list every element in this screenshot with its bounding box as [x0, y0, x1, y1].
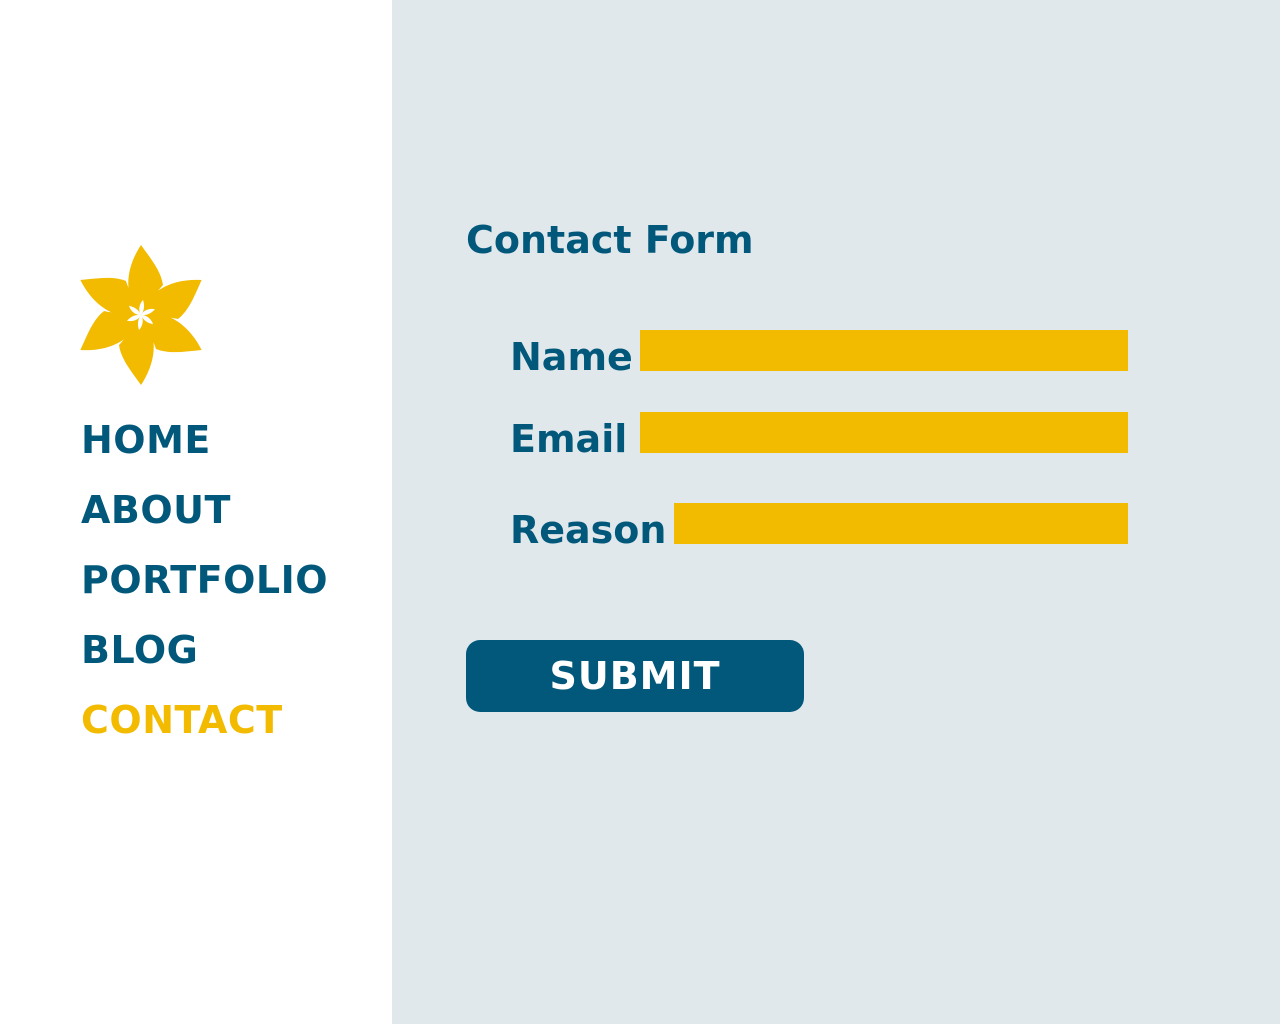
- page: HOME ABOUT PORTFOLIO BLOG CONTACT Contac…: [0, 0, 1280, 1024]
- page-title: Contact Form: [466, 218, 754, 262]
- email-label: Email: [510, 417, 628, 461]
- flower-logo-icon: [80, 244, 202, 386]
- reason-field[interactable]: [674, 503, 1128, 544]
- main-content: Contact Form Name Email Reason SUBMIT: [392, 0, 1280, 1024]
- main-nav: HOME ABOUT PORTFOLIO BLOG CONTACT: [81, 412, 328, 762]
- submit-button[interactable]: SUBMIT: [466, 640, 804, 712]
- reason-label: Reason: [510, 508, 667, 552]
- sidebar: HOME ABOUT PORTFOLIO BLOG CONTACT: [0, 0, 392, 1024]
- name-field[interactable]: [640, 330, 1128, 371]
- nav-item-about[interactable]: ABOUT: [81, 482, 328, 552]
- email-field[interactable]: [640, 412, 1128, 453]
- nav-item-home[interactable]: HOME: [81, 412, 328, 482]
- nav-item-contact[interactable]: CONTACT: [81, 692, 328, 762]
- nav-item-portfolio[interactable]: PORTFOLIO: [81, 552, 328, 622]
- name-label: Name: [510, 335, 633, 379]
- nav-item-blog[interactable]: BLOG: [81, 622, 328, 692]
